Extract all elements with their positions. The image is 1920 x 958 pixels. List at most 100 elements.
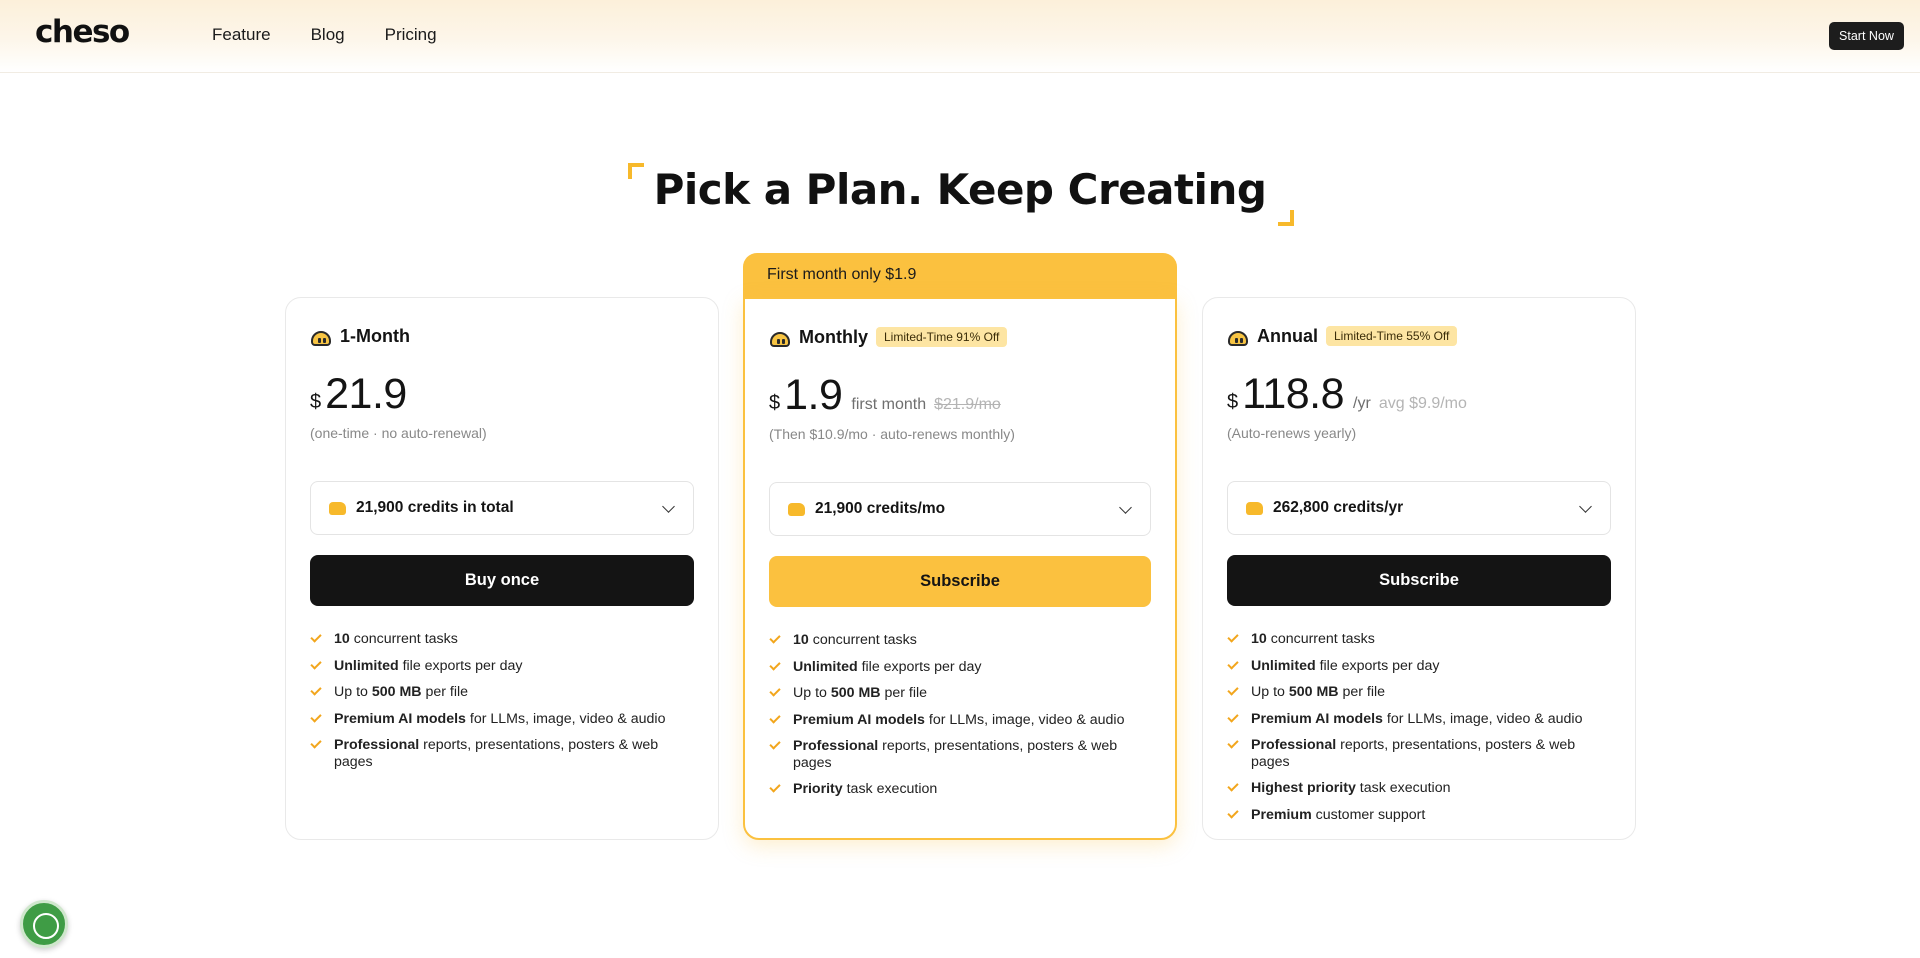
price-period: first month [851, 396, 927, 413]
bracket-decoration-icon [1278, 210, 1295, 226]
check-icon [769, 632, 781, 644]
subscribe-button[interactable]: Subscribe [1227, 555, 1611, 606]
check-icon [310, 684, 322, 696]
nav-feature[interactable]: Feature [212, 25, 271, 45]
plan-header: 1-Month [310, 324, 694, 348]
feature-highlight: Unlimited [334, 657, 399, 674]
plan-name: Monthly [799, 326, 868, 347]
credits-dropdown[interactable]: 21,900 credits/mo [769, 482, 1151, 536]
price-row: $21.9 [310, 370, 694, 418]
plan-icon-eye [782, 339, 785, 344]
plan-icon-body [311, 331, 331, 346]
feature-item: Professional reports, presentations, pos… [769, 738, 1151, 771]
billing-note: (one-time · no auto-renewal) [310, 425, 487, 441]
plan-icon-eye [318, 338, 321, 343]
feature-highlight: Premium [1251, 806, 1312, 823]
plan-header: Annual Limited-Time 55% Off [1227, 324, 1611, 348]
feature-item: Up to 500 MB per file [310, 684, 694, 701]
page-title: Pick a Plan. Keep Creating [627, 163, 1295, 226]
check-icon [1227, 737, 1239, 749]
feature-highlight: Highest priority [1251, 780, 1356, 796]
nav-blog[interactable]: Blog [311, 25, 345, 45]
check-icon [769, 658, 781, 671]
price-currency: $ [769, 392, 781, 414]
mascot-wink-icon [769, 327, 791, 347]
check-icon [769, 781, 781, 793]
billing-note: (Auto-renews yearly) [1227, 425, 1357, 441]
feature-item: 10 concurrent tasks [1227, 631, 1611, 648]
mascot-crown-icon [1227, 326, 1249, 346]
feature-highlight: 10 [334, 631, 350, 647]
price-currency: $ [310, 391, 322, 413]
credits-value: 21,900 credits/mo [815, 500, 946, 517]
chevron-down-icon [1119, 501, 1132, 514]
credits-dropdown[interactable]: 262,800 credits/yr [1227, 481, 1611, 535]
original-price: $21.9/mo [934, 396, 1001, 413]
featured-ribbon: First month only $1.9 [743, 253, 1177, 299]
feature-highlight: Premium AI models [1251, 710, 1383, 727]
check-icon [1227, 631, 1239, 643]
plan-name: Annual [1257, 325, 1318, 346]
plan-icon-eye [323, 338, 326, 343]
buy-once-button[interactable]: Buy once [310, 555, 694, 606]
feature-item: 10 concurrent tasks [310, 631, 694, 648]
plan-header: Monthly Limited-Time 91% Off [769, 325, 1151, 349]
credits-dropdown[interactable]: 21,900 credits in total [310, 481, 694, 535]
nav-pricing[interactable]: Pricing [385, 25, 437, 45]
check-icon [310, 737, 322, 749]
feature-item: Unlimited file exports per day [1227, 658, 1611, 675]
check-icon [1227, 657, 1239, 670]
plan-card-monthly: Monthly Limited-Time 91% Off $1.9 first mon… [743, 297, 1177, 840]
feature-item: Premium AI models for LLMs, image, video… [769, 712, 1151, 729]
price-row: $118.8/yr avg $9.9/mo [1227, 370, 1611, 418]
price-period: /yr [1353, 395, 1371, 412]
feature-highlight: 500 MB [1288, 684, 1339, 700]
check-icon [1227, 806, 1239, 819]
feature-item: Professional reports, presentations, pos… [310, 737, 694, 770]
feature-highlight: Professional [793, 738, 879, 754]
credit-coin-icon [788, 502, 805, 516]
check-icon [769, 685, 781, 697]
feature-list: 10 concurrent tasks Unlimited file export… [769, 632, 1151, 798]
feature-highlight: Unlimited [1251, 657, 1316, 674]
check-icon [310, 710, 322, 723]
main-nav: Feature Blog Pricing [212, 25, 437, 45]
mascot-icon [310, 326, 332, 346]
feature-list: 10 concurrent tasks Unlimited file export… [1227, 631, 1611, 823]
credits-value: 262,800 credits/yr [1273, 499, 1404, 516]
credit-coin-icon [329, 501, 346, 515]
billing-note: (Then $10.9/mo · auto-renews monthly) [769, 426, 1015, 442]
plan-icon-body [770, 332, 790, 347]
check-icon [1227, 684, 1239, 696]
cookie-settings-icon[interactable] [20, 900, 68, 948]
feature-item: Up to 500 MB per file [1227, 684, 1611, 701]
check-icon [769, 738, 781, 750]
price-row: $1.9 first month $21.9/mo [769, 371, 1151, 419]
feature-item: Premium customer support [1227, 807, 1611, 824]
feature-item: Highest priority task execution [1227, 780, 1611, 797]
price-currency: $ [1227, 391, 1239, 413]
subscribe-button[interactable]: Subscribe [769, 556, 1151, 607]
feature-highlight: Professional [334, 737, 420, 753]
discount-badge: Limited-Time 55% Off [1326, 326, 1458, 346]
average-price: avg $9.9/mo [1378, 395, 1467, 412]
feature-highlight: Premium AI models [793, 711, 925, 728]
plan-name: 1-Month [340, 325, 410, 346]
site-header: cheso Feature Blog Pricing Start Now [0, 0, 1920, 73]
logo[interactable]: cheso [35, 14, 130, 50]
feature-highlight: 10 [1251, 631, 1267, 647]
start-now-button[interactable]: Start Now [1829, 22, 1904, 50]
bracket-decoration-icon [627, 163, 644, 179]
feature-highlight: Premium AI models [334, 710, 466, 727]
feature-item: Up to 500 MB per file [769, 685, 1151, 702]
feature-list: 10 concurrent tasks Unlimited file export… [310, 631, 694, 770]
check-icon [310, 657, 322, 670]
feature-highlight: 10 [793, 632, 809, 648]
plan-icon-eye [777, 339, 780, 344]
chevron-down-icon [662, 500, 675, 513]
plan-card-1-month: 1-Month $21.9 (one-time · no auto-renewal)… [285, 297, 719, 840]
chevron-down-icon [1579, 500, 1592, 513]
check-icon [1227, 780, 1239, 792]
feature-item: Unlimited file exports per day [310, 658, 694, 675]
check-icon [1227, 710, 1239, 723]
